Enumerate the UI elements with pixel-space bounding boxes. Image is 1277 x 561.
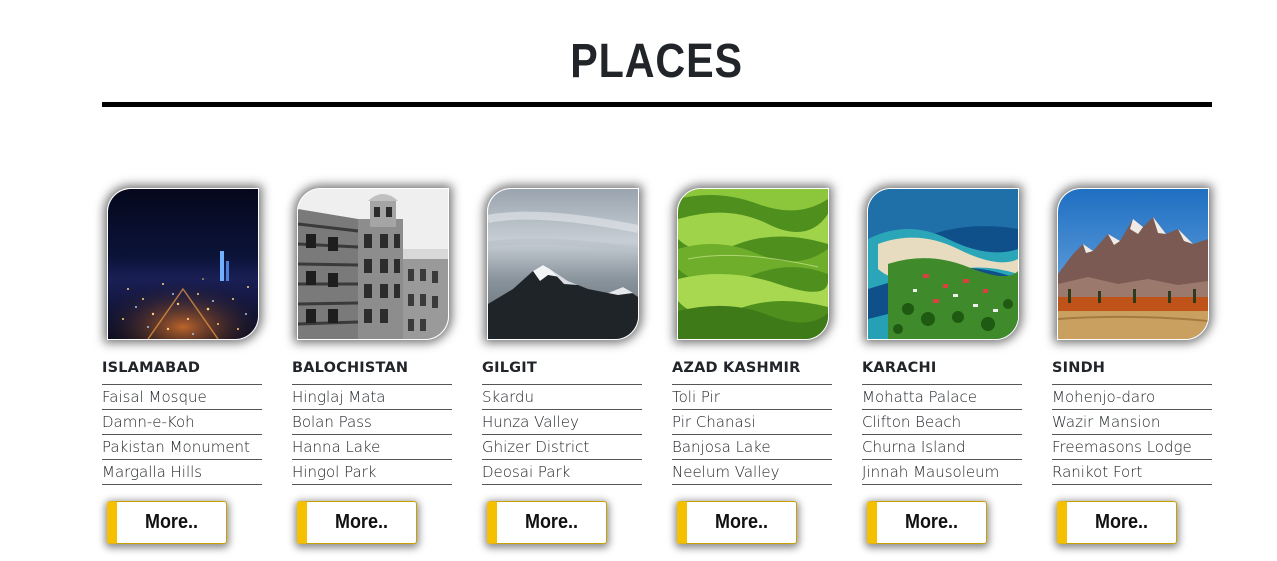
region-name: ISLAMABAD — [102, 360, 201, 376]
place-item: Mohenjo-daro — [1052, 385, 1212, 410]
more-button-islamabad[interactable]: More.. — [107, 501, 227, 544]
region-name: BALOCHISTAN — [292, 360, 409, 376]
more-button-label: More.. — [524, 511, 579, 533]
coastal-island-image — [867, 188, 1019, 340]
place-item: Ranikot Fort — [1052, 460, 1212, 485]
more-button-label: More.. — [144, 511, 199, 533]
place-item: Bolan Pass — [292, 410, 452, 435]
more-button-sindh[interactable]: More.. — [1057, 501, 1177, 544]
place-item: Neelum Valley — [672, 460, 832, 485]
place-item: Skardu — [482, 385, 642, 410]
city-night-skyline-image — [107, 188, 259, 340]
place-item: Churna Island — [862, 435, 1022, 460]
more-button-label: More.. — [714, 511, 769, 533]
more-button-azad-kashmir[interactable]: More.. — [677, 501, 797, 544]
page-title: PLACES — [570, 35, 743, 88]
region-name: AZAD KASHMIR — [672, 360, 801, 376]
place-item: Jinnah Mausoleum — [862, 460, 1022, 485]
more-button-label: More.. — [904, 511, 959, 533]
places-grid: ISLAMABAD Faisal Mosque Damn-e-Koh Pakis… — [102, 188, 1212, 560]
place-item: Banjosa Lake — [672, 435, 832, 460]
place-list: Skardu Hunza Valley Ghizer District Deos… — [482, 384, 642, 485]
place-item: Hingol Park — [292, 460, 452, 485]
place-item: Toli Pir — [672, 385, 832, 410]
place-list: Hinglaj Mata Bolan Pass Hanna Lake Hingo… — [292, 384, 452, 485]
place-list: Mohatta Palace Clifton Beach Churna Isla… — [862, 384, 1022, 485]
more-button-label: More.. — [1094, 511, 1149, 533]
place-item: Margalla Hills — [102, 460, 262, 485]
more-button-label: More.. — [334, 511, 389, 533]
place-item: Pir Chanasi — [672, 410, 832, 435]
place-item: Hinglaj Mata — [292, 385, 452, 410]
place-item: Freemasons Lodge — [1052, 435, 1212, 460]
place-item: Wazir Mansion — [1052, 410, 1212, 435]
place-item: Hunza Valley — [482, 410, 642, 435]
title-divider — [102, 102, 1212, 107]
place-list: Toli Pir Pir Chanasi Banjosa Lake Neelum… — [672, 384, 832, 485]
place-item: Hanna Lake — [292, 435, 452, 460]
place-item: Ghizer District — [482, 435, 642, 460]
region-name: SINDH — [1052, 360, 1106, 376]
green-hills-image — [677, 188, 829, 340]
region-name: KARACHI — [862, 360, 937, 376]
more-button-gilgit[interactable]: More.. — [487, 501, 607, 544]
place-item: Mohatta Palace — [862, 385, 1022, 410]
place-item: Pakistan Monument — [102, 435, 262, 460]
more-button-karachi[interactable]: More.. — [867, 501, 987, 544]
place-item: Faisal Mosque — [102, 385, 262, 410]
place-item: Deosai Park — [482, 460, 642, 485]
place-item: Damn-e-Koh — [102, 410, 262, 435]
more-button-balochistan[interactable]: More.. — [297, 501, 417, 544]
place-list: Mohenjo-daro Wazir Mansion Freemasons Lo… — [1052, 384, 1212, 485]
place-item: Clifton Beach — [862, 410, 1022, 435]
mountain-range-image — [1057, 188, 1209, 340]
snow-mountain-image — [487, 188, 639, 340]
historic-palace-image — [297, 188, 449, 340]
place-list: Faisal Mosque Damn-e-Koh Pakistan Monume… — [102, 384, 262, 485]
region-name: GILGIT — [482, 360, 537, 376]
